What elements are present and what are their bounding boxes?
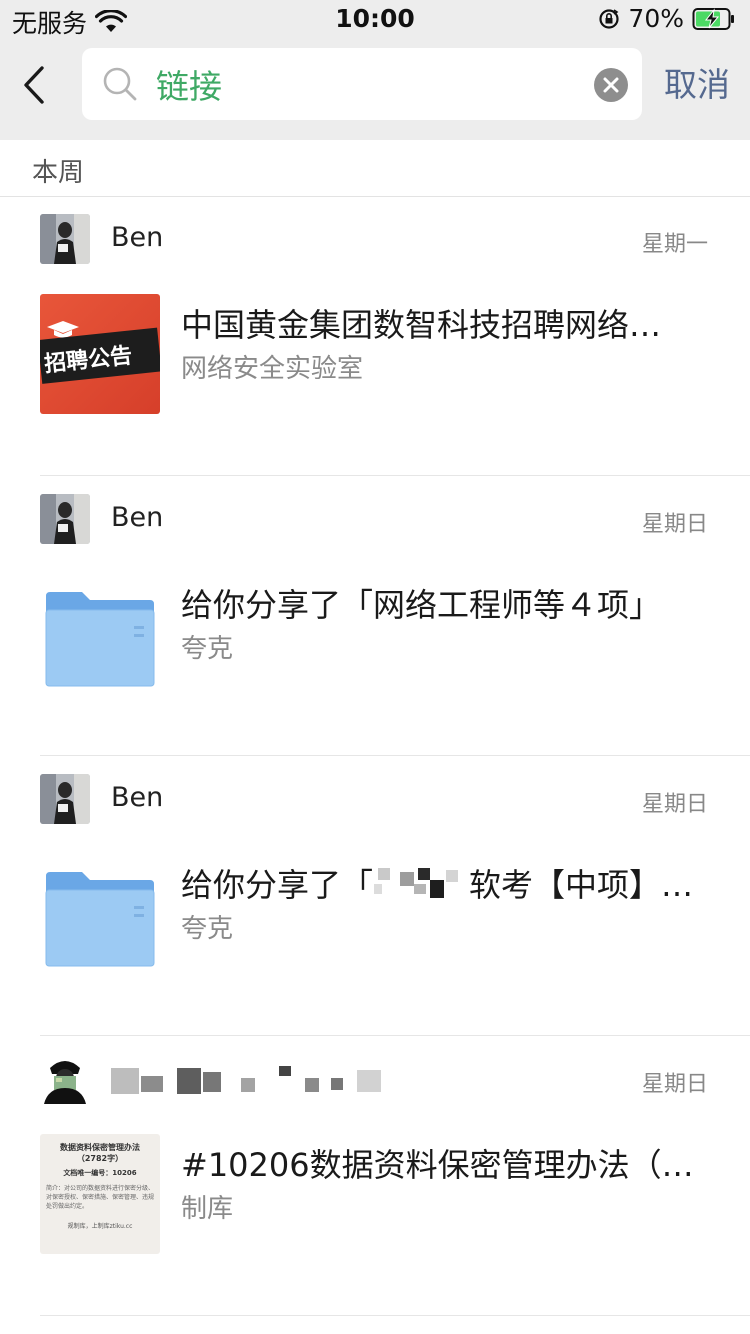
recruitment-thumbnail: 招聘公告 xyxy=(40,294,160,414)
link-title: #10206数据资料保密管理办法（… xyxy=(181,1146,694,1184)
message-date: 星期日 xyxy=(641,792,708,817)
document-title: 数据资料保密管理办法（2782字） xyxy=(60,1143,140,1163)
message-date: 星期日 xyxy=(641,512,708,537)
link-source: 夸克 xyxy=(181,914,234,944)
message-date: 星期一 xyxy=(641,232,708,257)
back-chevron-icon[interactable] xyxy=(18,62,58,108)
avatar xyxy=(40,494,90,544)
search-icon xyxy=(103,67,137,101)
status-bar: 无服务 10:00 70% xyxy=(0,0,750,40)
link-source: 网络安全实验室 xyxy=(181,354,364,384)
entry-divider xyxy=(40,1315,750,1316)
link-title: 给你分享了「网络工程师等４项」 xyxy=(181,586,662,624)
avatar xyxy=(40,774,90,824)
link-source: 夸克 xyxy=(181,634,234,664)
redaction-mosaic xyxy=(374,868,458,898)
sender-name: Ben xyxy=(111,782,164,813)
folder-thumbnail xyxy=(40,854,160,974)
orientation-lock-icon xyxy=(599,8,620,29)
sender-name: Ben xyxy=(111,502,164,533)
redacted-sender-name xyxy=(111,1066,401,1096)
search-header: 取消 xyxy=(0,40,750,140)
section-label: 本周 xyxy=(32,158,85,188)
document-number: 文档唯一编号：10206 xyxy=(63,1169,137,1177)
clear-search-icon[interactable] xyxy=(594,68,628,102)
avatar xyxy=(40,1054,90,1104)
status-right: 70% xyxy=(598,4,736,33)
link-entry[interactable]: Ben 星期日 给你分享了「 软考【中项】… 夸克 xyxy=(0,756,750,1036)
document-thumbnail: 数据资料保密管理办法（2782字） 文档唯一编号：10206 简介：对公司的数据… xyxy=(40,1134,160,1254)
search-box[interactable] xyxy=(82,48,642,120)
battery-charging-icon xyxy=(692,7,734,30)
document-footer: 规制库，上制库ztiku.cc xyxy=(67,1223,133,1230)
battery-percent: 70% xyxy=(628,4,684,33)
link-source: 制库 xyxy=(181,1194,234,1224)
link-entry[interactable]: Ben 星期一 招聘公告 中国黄金集团数智科技招聘网络… 网络安全实验室 xyxy=(0,196,750,476)
message-date: 星期日 xyxy=(641,1072,708,1097)
sender-name: Ben xyxy=(111,222,164,253)
link-entry[interactable]: 星期日 数据资料保密管理办法（2782字） 文档唯一编号：10206 简介：对公… xyxy=(0,1036,750,1316)
folder-icon xyxy=(45,592,155,687)
link-entry[interactable]: Ben 星期日 给你分享了「网络工程师等４项」 夸克 xyxy=(0,476,750,756)
link-title: 中国黄金集团数智科技招聘网络… xyxy=(181,306,662,344)
folder-thumbnail xyxy=(40,574,160,694)
search-input[interactable] xyxy=(156,60,556,108)
avatar xyxy=(40,214,90,264)
cancel-button[interactable]: 取消 xyxy=(664,58,730,106)
folder-icon xyxy=(45,872,155,967)
document-body: 简介：对公司的数据资料进行保密分级、对保密授权、保密措施、保密管理、违规处罚做出… xyxy=(46,1185,155,1210)
